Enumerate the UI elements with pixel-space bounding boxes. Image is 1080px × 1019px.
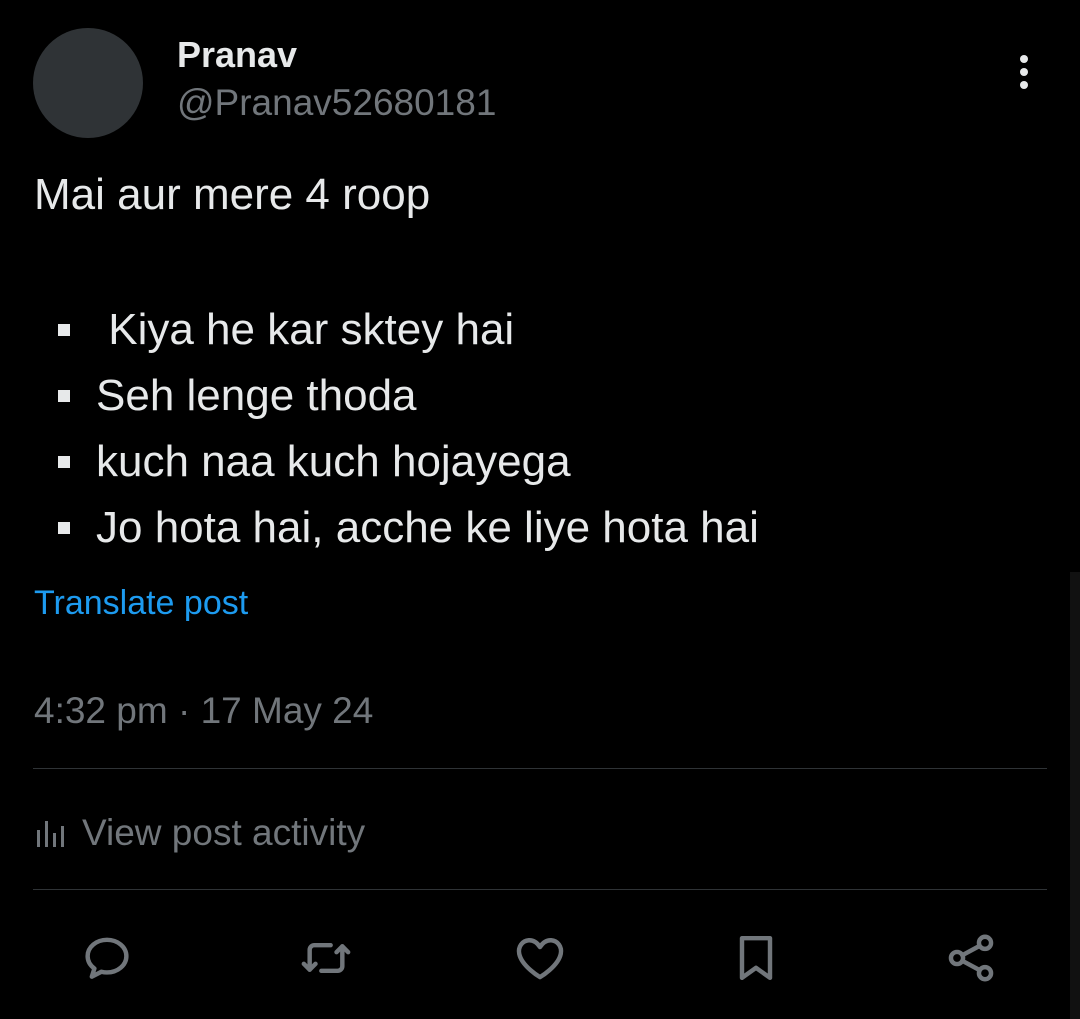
bullet-text: kuch naa kuch hojayega [96,437,571,486]
divider [33,889,1047,890]
post-timestamp[interactable]: 4:32 pm · 17 May 24 [34,689,373,733]
repost-button[interactable] [296,928,356,988]
like-button[interactable] [510,928,570,988]
bar-chart-icon [37,821,64,847]
bullet-item: kuch naa kuch hojayega [55,429,759,495]
bullet-icon [58,522,70,534]
reply-button[interactable] [77,928,137,988]
heart-icon [516,938,564,980]
author-display-name[interactable]: Pranav [177,33,297,77]
share-button[interactable] [941,928,1001,988]
bullet-text: Kiya he kar sktey hai [96,305,515,354]
bullet-icon [58,456,70,468]
post-text: Mai aur mere 4 roop [34,168,1044,222]
author-handle[interactable]: @Pranav52680181 [177,81,496,125]
more-options-button[interactable] [1004,50,1044,94]
bookmark-button[interactable] [726,928,786,988]
bullet-text: Seh lenge thoda [96,371,417,420]
scrollbar-track[interactable] [1070,572,1080,1019]
share-nodes-icon [948,934,994,982]
bullet-item: Kiya he kar sktey hai [55,297,759,363]
view-post-activity-button[interactable]: View post activity [34,808,365,858]
bookmark-icon [739,935,773,981]
speech-bubble-icon [85,937,129,979]
translate-post-link[interactable]: Translate post [34,582,248,624]
bullet-text: Jo hota hai, acche ke liye hota hai [96,503,759,552]
view-post-activity-label: View post activity [82,812,366,853]
repost-arrows-icon [301,942,351,974]
bullet-item: Seh lenge thoda [55,363,759,429]
bullet-item: Jo hota hai, acche ke liye hota hai [55,495,759,561]
post-action-bar [0,928,1080,988]
bullet-icon [58,324,70,336]
bullet-icon [58,390,70,402]
avatar[interactable] [33,28,143,138]
post-bullet-list: Kiya he kar sktey hai Seh lenge thoda ku… [55,297,759,561]
more-vertical-icon [1020,55,1028,89]
divider [33,768,1047,769]
post-intro: Mai aur mere 4 roop [34,170,431,219]
